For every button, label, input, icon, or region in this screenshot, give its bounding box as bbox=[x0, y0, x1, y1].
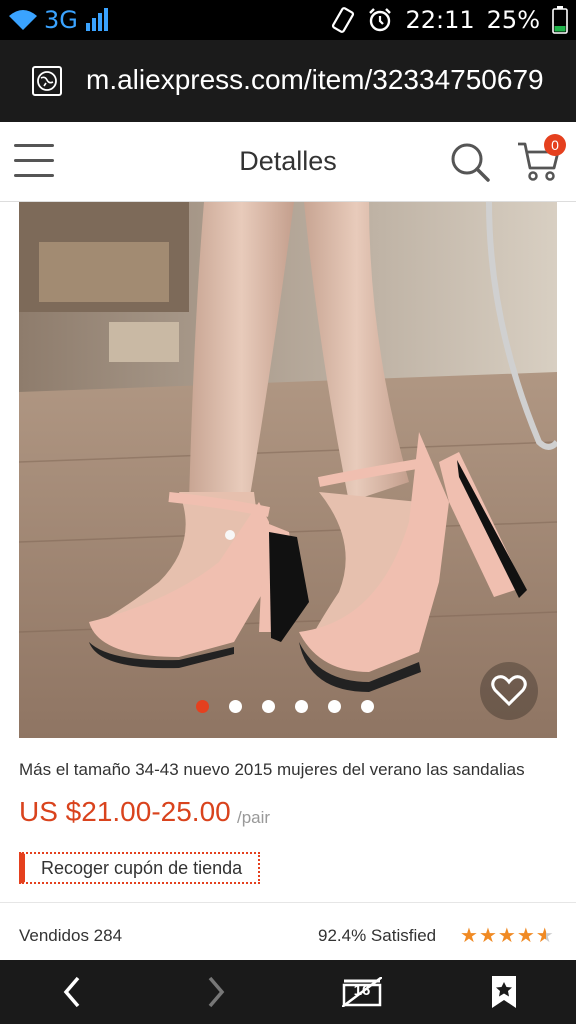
gallery-dot[interactable] bbox=[295, 700, 308, 713]
sold-count: Vendidos 284 bbox=[19, 926, 123, 945]
status-right: 22:11 25% bbox=[331, 6, 568, 34]
gallery-dot[interactable] bbox=[229, 700, 242, 713]
tabs-button[interactable]: 16 bbox=[340, 974, 384, 1010]
store-coupon-button[interactable]: Recoger cupón de tienda bbox=[19, 852, 261, 884]
tabs-count: 16 bbox=[353, 982, 371, 999]
url-text[interactable]: m.aliexpress.com/item/32334750679 bbox=[86, 64, 566, 96]
divider bbox=[0, 902, 576, 903]
clock: 22:11 bbox=[405, 6, 475, 34]
wifi-icon bbox=[9, 10, 37, 30]
heart-icon bbox=[491, 675, 527, 707]
site-globe-icon bbox=[32, 66, 62, 96]
alarm-icon bbox=[369, 8, 392, 32]
chevron-left-icon bbox=[63, 976, 80, 1008]
half-star-icon: ★ bbox=[535, 923, 554, 947]
coupon-label: Recoger cupón de tienda bbox=[41, 857, 243, 878]
back-button[interactable] bbox=[52, 974, 92, 1010]
product-image[interactable] bbox=[19, 202, 557, 738]
forward-button[interactable] bbox=[196, 974, 236, 1010]
bookmark-star-icon bbox=[492, 976, 516, 1008]
product-photo bbox=[19, 202, 557, 738]
satisfaction-rate: 92.4% Satisfied bbox=[318, 926, 437, 945]
status-bar: 3G 22:11 25% bbox=[0, 0, 576, 40]
browser-url-bar[interactable]: m.aliexpress.com/item/32334750679 bbox=[0, 40, 576, 122]
rating-stars: ★ ★ ★ ★ ★ bbox=[460, 925, 554, 945]
star-icon: ★ bbox=[478, 923, 497, 947]
star-icon: ★ bbox=[460, 923, 478, 947]
gallery-dot[interactable] bbox=[328, 700, 341, 713]
vibrate-icon bbox=[332, 7, 355, 33]
status-left: 3G bbox=[8, 6, 110, 34]
network-type: 3G bbox=[44, 6, 78, 34]
star-icon: ★ bbox=[516, 923, 535, 947]
wishlist-heart-button[interactable] bbox=[480, 662, 538, 720]
gallery-dot[interactable] bbox=[361, 700, 374, 713]
bookmarks-button[interactable] bbox=[484, 974, 524, 1010]
signal-icon bbox=[85, 8, 108, 31]
price-unit: /pair bbox=[237, 808, 271, 827]
battery-icon bbox=[552, 6, 568, 34]
product-title[interactable]: Más el tamaño 34-43 nuevo 2015 mujeres d… bbox=[19, 760, 559, 780]
gallery-dot-active[interactable] bbox=[196, 700, 209, 713]
product-price: US $21.00-25.00 bbox=[19, 796, 231, 827]
browser-bottom-bar: 16 bbox=[0, 960, 576, 1024]
cart-count-badge[interactable]: 0 bbox=[544, 134, 566, 156]
app-header: Detalles bbox=[0, 122, 576, 202]
search-icon[interactable] bbox=[448, 140, 492, 184]
gallery-pagination bbox=[196, 700, 374, 713]
star-icon: ★ bbox=[497, 923, 516, 947]
gallery-dot[interactable] bbox=[262, 700, 275, 713]
battery-level: 25% bbox=[486, 6, 540, 34]
chevron-right-icon bbox=[208, 976, 225, 1008]
